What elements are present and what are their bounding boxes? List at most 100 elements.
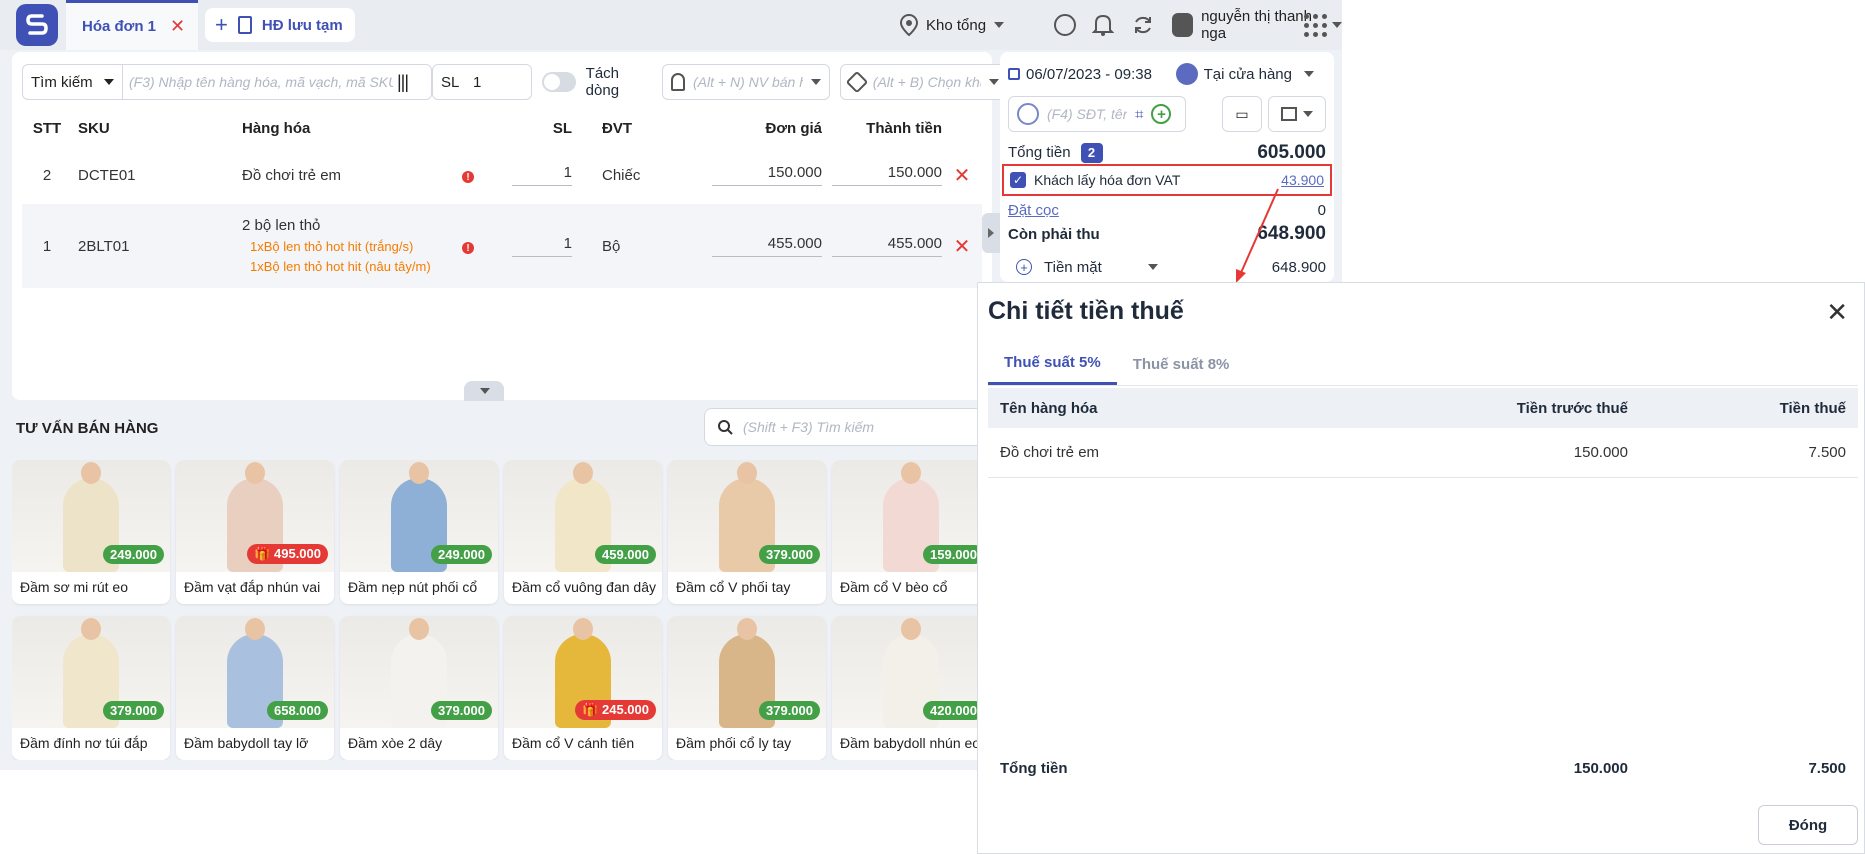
collapse-order-button[interactable] (464, 381, 504, 401)
product-name: Đầm nẹp nút phối cổ (348, 579, 478, 595)
price-badge: 249.000 (431, 545, 492, 564)
row-price-input[interactable]: 150.000 (712, 164, 822, 186)
promotion-select[interactable]: (Alt + B) Chọn khuyến mãi (840, 64, 1008, 100)
price-badge: 379.000 (759, 701, 820, 720)
product-card[interactable]: 379.000 Đầm đính nơ túi đắp (12, 616, 170, 760)
tax-table-footer: Tổng tiền 150.000 7.500 (988, 748, 1858, 788)
delivery-button[interactable]: ▭ (1222, 96, 1262, 132)
toggle-switch[interactable] (542, 72, 576, 92)
annotation-arrow (1236, 188, 1279, 283)
tab-tax-8[interactable]: Thuế suất 8% (1117, 343, 1246, 385)
customer-search[interactable]: (F4) SĐT, tên khách hàng ⌗ + (1008, 96, 1186, 132)
app-logo[interactable] (16, 4, 58, 46)
row-product-name[interactable]: Đồ chơi trẻ em (242, 167, 462, 184)
apps-menu-button[interactable] (1304, 10, 1327, 40)
sync-button[interactable] (1132, 10, 1154, 40)
datetime-text: 06/07/2023 - 09:38 (1026, 65, 1152, 83)
price-badge: 249.000 (103, 545, 164, 564)
product-card[interactable]: 459.000 Đầm cổ vuông đan dây (504, 460, 662, 604)
warning-icon[interactable]: ! (462, 171, 474, 183)
tax-rate-tabs: Thuế suất 5% Thuế suất 8% (988, 343, 1245, 385)
gift-button[interactable] (1268, 96, 1326, 132)
chevron-down-icon (1147, 264, 1158, 270)
add-customer-icon[interactable]: + (1151, 104, 1172, 124)
delete-icon[interactable]: ✕ (942, 163, 982, 188)
price-badge: 379.000 (759, 545, 820, 564)
tab-invoice-1[interactable]: Hóa đơn 1 ✕ (66, 0, 198, 50)
product-card[interactable]: 249.000 Đầm nẹp nút phối cổ (340, 460, 498, 604)
vat-checkbox-wrap[interactable]: ✓ Khách lấy hóa đơn VAT (1010, 172, 1180, 188)
notification-button[interactable] (1092, 10, 1114, 40)
product-name: Đầm cổ vuông đan dây (512, 579, 656, 595)
close-icon[interactable]: ✕ (170, 16, 185, 37)
payment-method-select[interactable]: + Tiền mặt (1008, 259, 1158, 276)
channel-select[interactable]: Tại cửa hàng (1175, 63, 1314, 85)
row-product-name: Đồ chơi trẻ em (1000, 444, 1100, 461)
chevron-down-icon (1303, 111, 1313, 117)
qr-scan-icon[interactable]: ⌗ (1135, 106, 1143, 123)
price-badge: 420.000 (923, 701, 984, 720)
promotion-placeholder: (Alt + B) Chọn khuyến mãi (872, 74, 981, 90)
price-badge: 379.000 (431, 701, 492, 720)
product-card[interactable]: 658.000 Đầm babydoll tay lỡ (176, 616, 334, 760)
row-qty-input[interactable]: 1 (512, 164, 572, 186)
checkbox-checked-icon[interactable]: ✓ (1010, 172, 1026, 188)
order-table-header: STT SKU Hàng hóa SL ĐVT Đơn giá Thành ti… (22, 110, 982, 146)
product-card[interactable]: 379.000 Đầm cổ V phối tay (668, 460, 826, 604)
location-pin-icon (900, 14, 918, 36)
warehouse-selector[interactable]: Kho tổng (900, 10, 1005, 40)
combo-item: 1xBộ len thỏ hot hit (trắng/s) (250, 239, 414, 254)
product-card[interactable]: 🎁 495.000 Đầm vạt đắp nhún vai (176, 460, 334, 604)
table-row: Đồ chơi trẻ em 150.000 7.500 (988, 428, 1858, 478)
order-datetime[interactable]: 06/07/2023 - 09:38 (1008, 66, 1152, 83)
product-card[interactable]: 249.000 Đầm sơ mi rút eo (12, 460, 170, 604)
warning-icon[interactable]: ! (462, 242, 474, 254)
product-name: Đầm cổ V cánh tiên (512, 735, 635, 751)
row-sku: DCTE01 (78, 166, 136, 184)
messenger-button[interactable] (1054, 10, 1076, 40)
plus-icon[interactable]: + (215, 14, 228, 36)
saved-invoices-tab[interactable]: + HĐ lưu tạm (205, 8, 355, 42)
row-price-input[interactable]: 455.000 (712, 235, 822, 257)
row-total-input[interactable]: 455.000 (832, 235, 942, 257)
row-total-input[interactable]: 150.000 (832, 164, 942, 186)
chevron-down-icon (1332, 22, 1342, 28)
search-mode-select[interactable]: Tìm kiếm (23, 65, 123, 99)
product-card[interactable]: 159.000 Đầm cổ V bèo cổ (832, 460, 990, 604)
product-image: 420.000 (832, 616, 990, 728)
grid-icon (1304, 13, 1327, 37)
product-name: Đầm phối cổ ly tay (676, 735, 792, 751)
split-line-toggle[interactable]: Tách dòng (542, 65, 652, 99)
col-product: Hàng hóa (242, 119, 311, 137)
chevron-down-icon (1304, 71, 1314, 77)
product-search: Tìm kiếm (F3) Nhập tên hàng hóa, mã vạch… (22, 64, 432, 100)
quantity-field[interactable]: SL 1 (432, 64, 532, 100)
staff-select[interactable]: (Alt + N) NV bán hàng (662, 64, 830, 100)
product-image: 379.000 (668, 616, 826, 728)
row-qty-input[interactable]: 1 (512, 235, 572, 257)
product-card[interactable]: 379.000 Đầm phối cổ ly tay (668, 616, 826, 760)
search-input[interactable]: (F3) Nhập tên hàng hóa, mã vạch, mã SKU (123, 74, 393, 90)
barcode-icon[interactable]: ||| (397, 72, 409, 93)
collapse-side-button[interactable] (982, 213, 1000, 253)
close-button[interactable]: Đóng (1758, 805, 1858, 845)
product-name: Đầm cổ V phối tay (676, 579, 791, 595)
deposit-link[interactable]: Đặt cọc (1008, 202, 1059, 219)
row-tax: 7.500 (1808, 444, 1846, 461)
product-card[interactable]: 420.000 Đầm babydoll nhún eo (832, 616, 990, 760)
tab-tax-5[interactable]: Thuế suất 5% (988, 343, 1117, 385)
col-tax: Tiền thuế (1779, 399, 1846, 417)
product-image: 249.000 (12, 460, 170, 572)
product-image: 379.000 (12, 616, 170, 728)
price-badge: 459.000 (595, 545, 656, 564)
product-card[interactable]: 379.000 Đầm xòe 2 dây (340, 616, 498, 760)
close-icon[interactable]: ✕ (1826, 299, 1848, 325)
product-card[interactable]: 🎁 245.000 Đầm cổ V cánh tiên (504, 616, 662, 760)
row-product-name[interactable]: 2 bộ len thỏ (242, 215, 462, 237)
add-payment-icon[interactable]: + (1016, 259, 1032, 275)
delete-icon[interactable]: ✕ (942, 234, 982, 259)
product-grid-search[interactable]: (Shift + F3) Tìm kiếm (704, 408, 994, 446)
search-toolbar: Tìm kiếm (F3) Nhập tên hàng hóa, mã vạch… (22, 64, 1008, 100)
product-image: 🎁 245.000 (504, 616, 662, 728)
gift-icon (1281, 107, 1297, 121)
